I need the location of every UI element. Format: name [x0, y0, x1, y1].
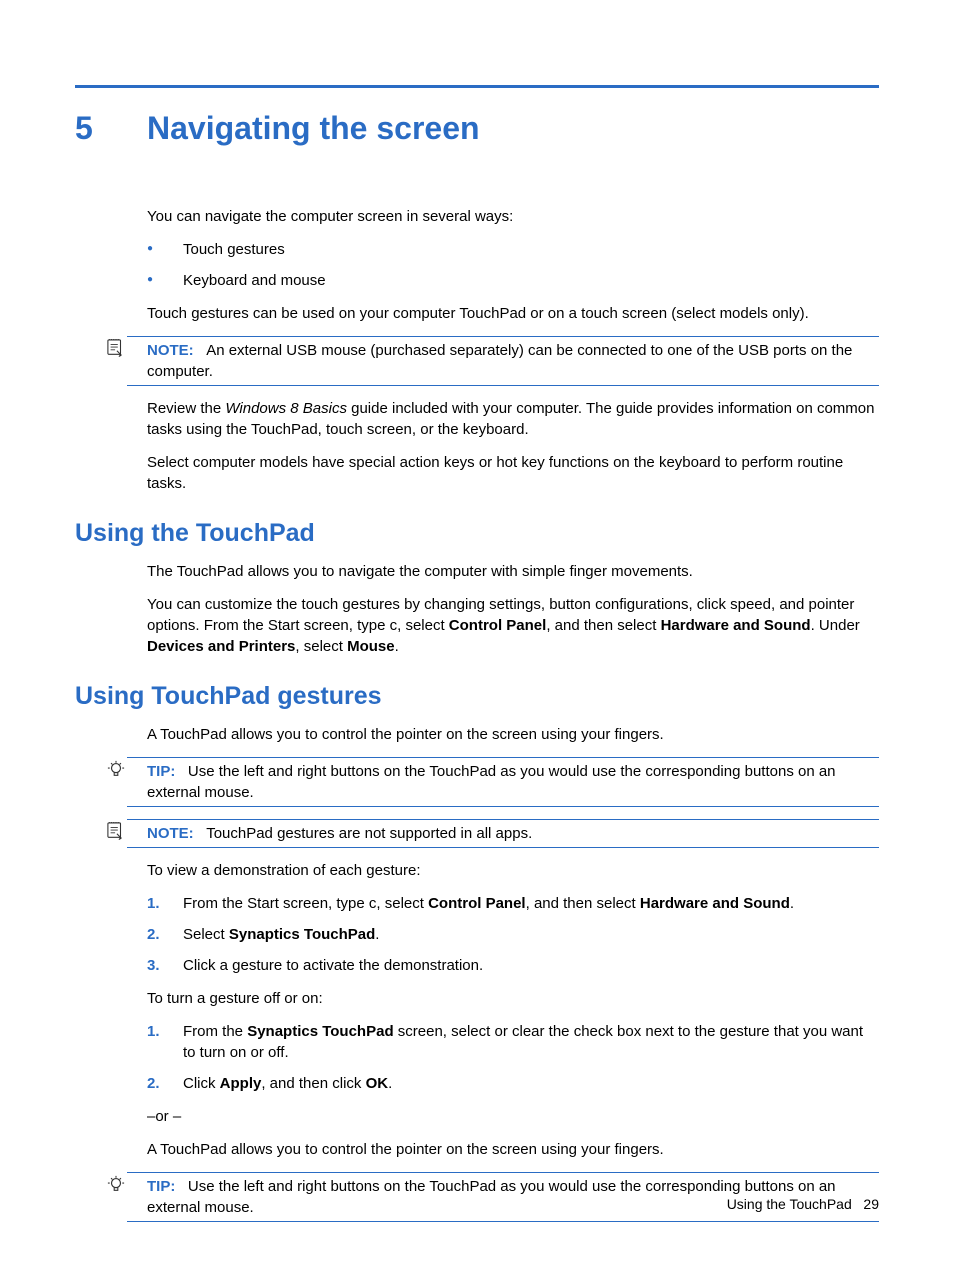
gestures-block: A TouchPad allows you to control the poi…: [147, 724, 879, 745]
page: 5Navigating the screen You can navigate …: [0, 0, 954, 1270]
note-icon: [107, 339, 125, 357]
note-text: NOTE: TouchPad gestures are not supporte…: [127, 823, 879, 844]
tip-icon: [107, 760, 125, 778]
section-heading-gestures: Using TouchPad gestures: [75, 679, 879, 714]
tip-label: TIP:: [147, 1178, 175, 1195]
step-item: From the Start screen, type c, select Co…: [147, 893, 879, 914]
gestures-p-repeat: A TouchPad allows you to control the poi…: [147, 1139, 879, 1160]
toggle-steps: From the Synaptics TouchPad screen, sele…: [147, 1021, 879, 1094]
bullet-item: Touch gestures: [147, 239, 879, 260]
section-heading-touchpad: Using the TouchPad: [75, 516, 879, 551]
note-label: NOTE:: [147, 342, 194, 359]
step-item: Click a gesture to activate the demonstr…: [147, 955, 879, 976]
step-item: Click Apply, and then click OK.: [147, 1073, 879, 1094]
tip-text: TIP: Use the left and right buttons on t…: [127, 761, 879, 803]
chapter-number: 5: [75, 106, 147, 151]
step-item: Select Synaptics TouchPad.: [147, 924, 879, 945]
bullet-item: Keyboard and mouse: [147, 270, 879, 291]
tip-label: TIP:: [147, 763, 175, 780]
or-divider: –or –: [147, 1106, 879, 1127]
special-keys-paragraph: Select computer models have special acti…: [147, 452, 879, 494]
gestures-p1: A TouchPad allows you to control the poi…: [147, 724, 879, 745]
tip-callout: TIP: Use the left and right buttons on t…: [127, 757, 879, 807]
page-footer: Using the TouchPad 29: [727, 1195, 879, 1215]
intro-bullets: Touch gestures Keyboard and mouse: [147, 239, 879, 291]
page-number: 29: [863, 1196, 879, 1212]
note-callout: NOTE: An external USB mouse (purchased s…: [127, 336, 879, 386]
chapter-heading: 5Navigating the screen: [75, 106, 879, 151]
chapter-title: Navigating the screen: [147, 110, 480, 146]
footer-text: Using the TouchPad: [727, 1196, 852, 1212]
review-paragraph: Review the Windows 8 Basics guide includ…: [147, 398, 879, 440]
note-label: NOTE:: [147, 825, 194, 842]
intro-after-bullets: Touch gestures can be used on your compu…: [147, 303, 879, 324]
demo-intro: To view a demonstration of each gesture:: [147, 860, 879, 881]
step-item: From the Synaptics TouchPad screen, sele…: [147, 1021, 879, 1063]
touchpad-p2: You can customize the touch gestures by …: [147, 594, 879, 657]
toggle-intro: To turn a gesture off or on:: [147, 988, 879, 1009]
note-icon: [107, 822, 125, 840]
note-text: NOTE: An external USB mouse (purchased s…: [127, 340, 879, 382]
intro-block-2: Review the Windows 8 Basics guide includ…: [147, 398, 879, 494]
touchpad-block: The TouchPad allows you to navigate the …: [147, 561, 879, 657]
touchpad-p1: The TouchPad allows you to navigate the …: [147, 561, 879, 582]
intro-block: You can navigate the computer screen in …: [147, 206, 879, 324]
tip-icon: [107, 1175, 125, 1193]
chapter-rule: [75, 85, 879, 88]
note-callout-2: NOTE: TouchPad gestures are not supporte…: [127, 819, 879, 848]
demo-steps: From the Start screen, type c, select Co…: [147, 893, 879, 976]
gestures-steps-block: To view a demonstration of each gesture:…: [147, 860, 879, 1160]
intro-lead: You can navigate the computer screen in …: [147, 206, 879, 227]
